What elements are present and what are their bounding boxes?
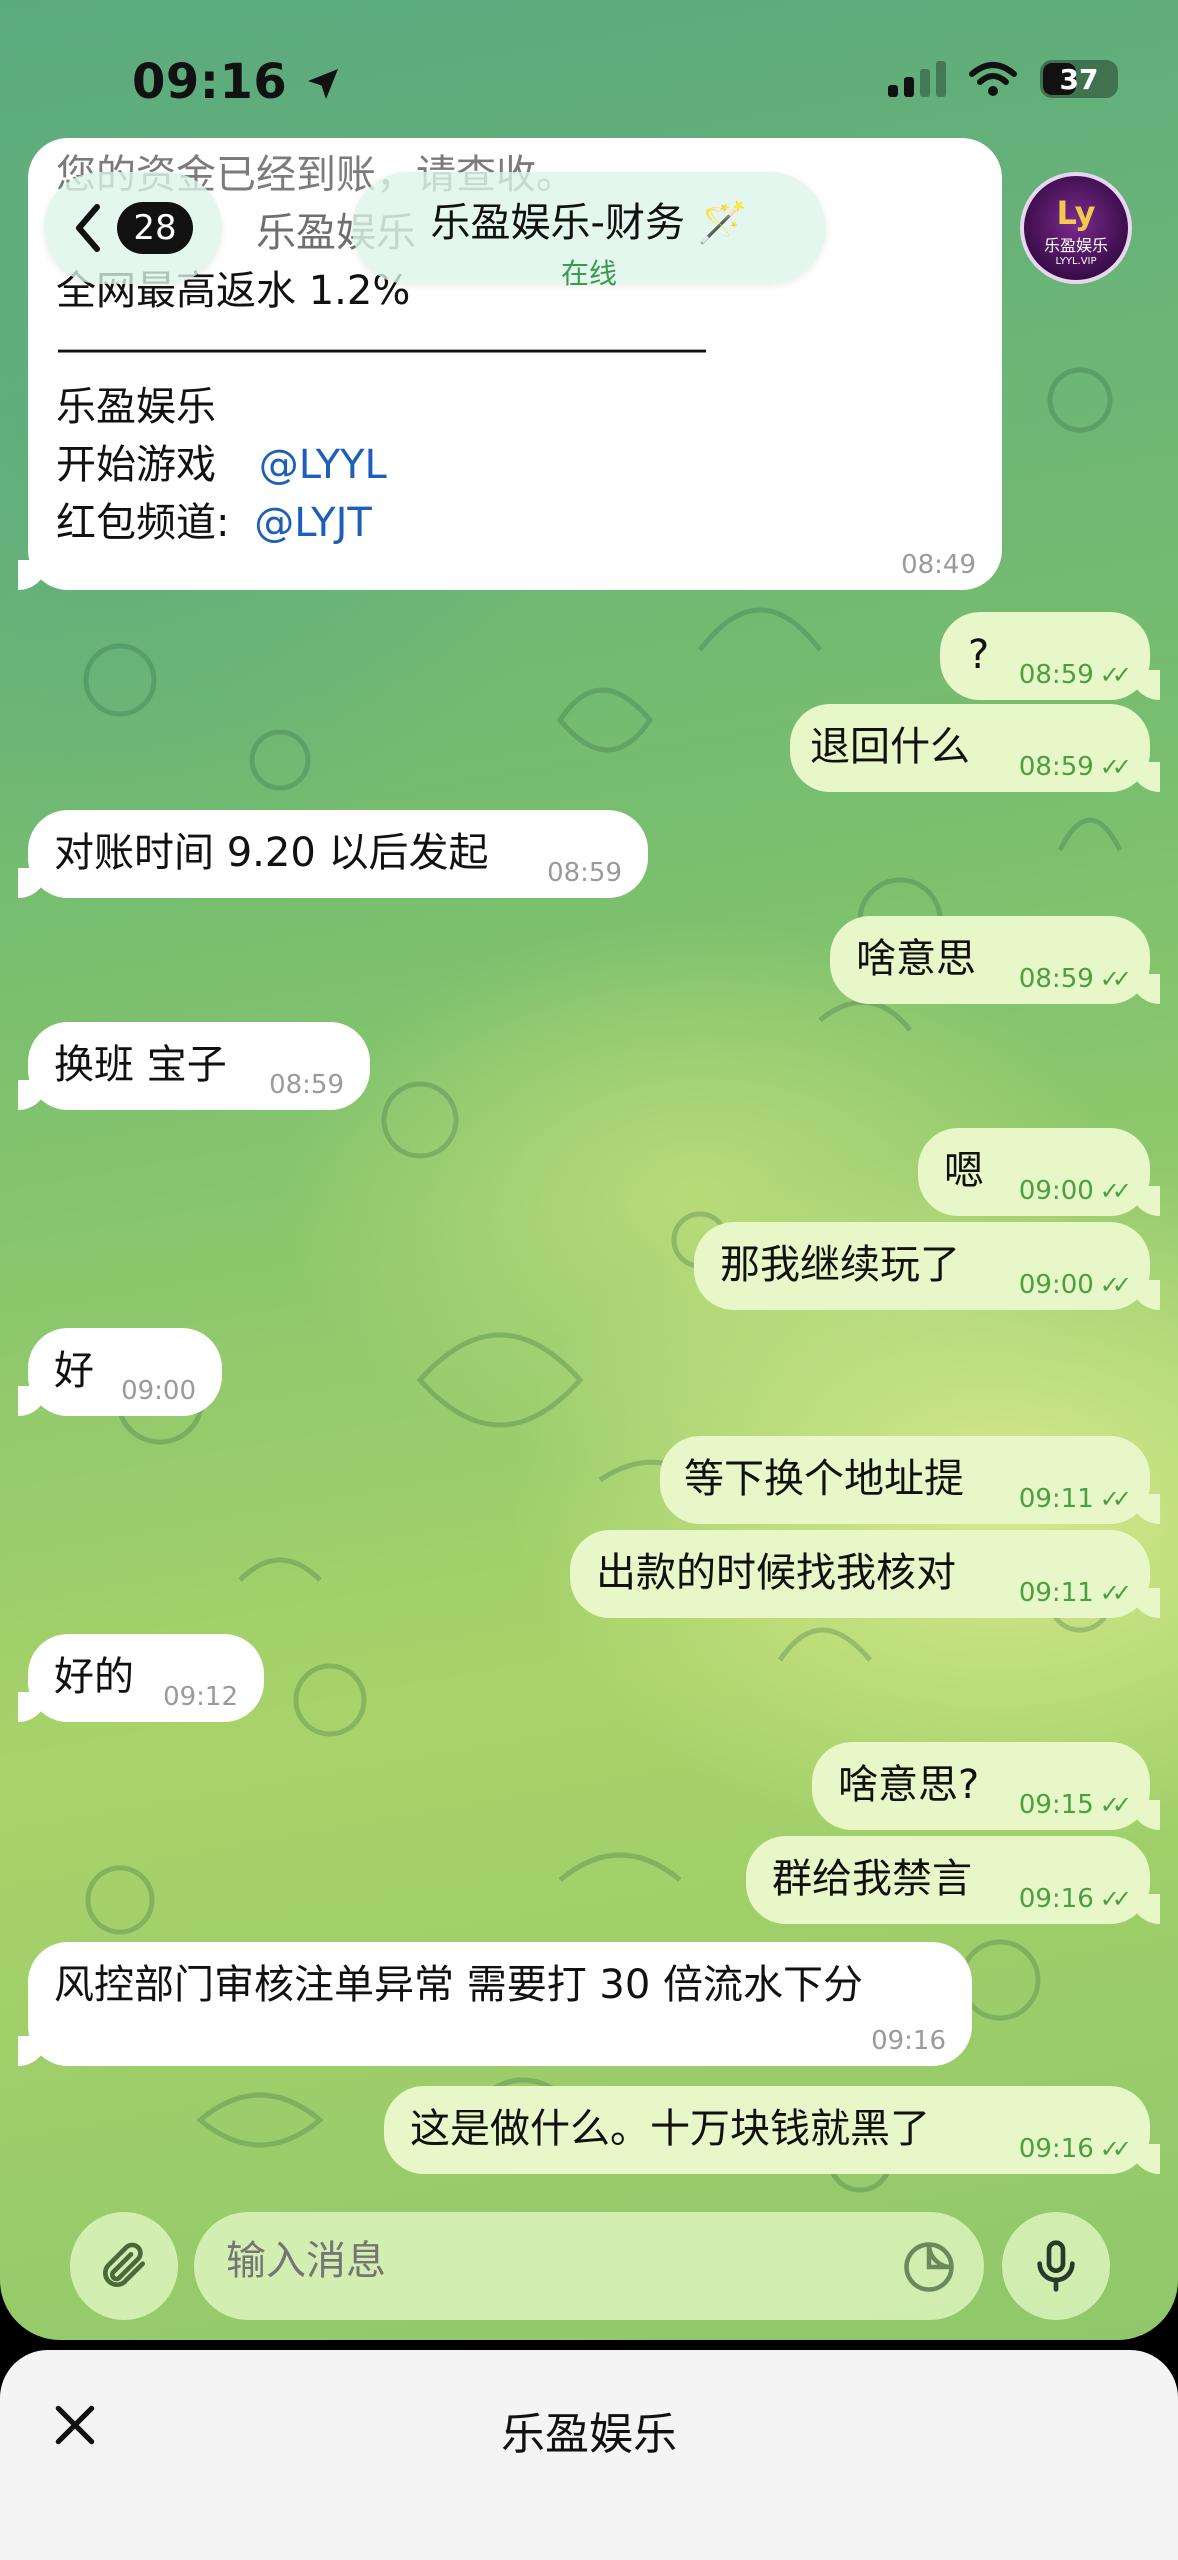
message-time: 08:59 [547,858,622,888]
message-text: 这是做什么。十万块钱就黑了 [410,2106,930,2152]
unread-count-badge: 28 [117,202,193,254]
incoming-message[interactable]: 风控部门审核注单异常 需要打 30 倍流水下分 09:16 [18,1942,972,2066]
message-text: 风控部门审核注单异常 需要打 30 倍流水下分 [54,1962,864,2008]
cellular-signal-icon [888,61,946,97]
sheet-title: 乐盈娱乐 [501,2409,677,2460]
message-time: 09:00 ✓✓ [1018,1270,1132,1300]
message-time: 09:00 ✓✓ [1018,1176,1132,1206]
message-text: 出款的时候找我核对 [596,1550,956,1596]
outgoing-message[interactable]: 等下换个地址提 09:11 ✓✓ [660,1436,1160,1524]
incoming-message[interactable]: 好的 09:12 [18,1634,264,1722]
avatar-tag: LYYL.VIP [1055,256,1097,267]
message-time: 09:16 [871,2026,946,2056]
start-game-link[interactable]: @LYYL [259,442,387,488]
message-time: 08:59 ✓✓ [1018,964,1132,994]
promo-red-packet-label: 红包频道: [56,500,230,546]
message-time: 09:11 ✓✓ [1018,1484,1132,1514]
microphone-icon [1037,2240,1075,2292]
outgoing-message[interactable]: 退回什么 08:59 ✓✓ [790,704,1160,792]
incoming-message[interactable]: 好 09:00 [18,1328,222,1416]
message-text: ? [968,632,990,678]
message-time: 09:16 ✓✓ [1018,2134,1132,2164]
message-time: 09:00 [121,1376,196,1406]
outgoing-message[interactable]: 那我继续玩了 09:00 ✓✓ [694,1222,1160,1310]
status-time-text: 09:16 [132,54,288,110]
message-input[interactable] [226,2238,866,2284]
sticker-icon[interactable] [902,2240,956,2294]
microphone-button[interactable] [1002,2212,1110,2320]
paperclip-icon [103,2242,146,2287]
message-time: 08:59 ✓✓ [1018,752,1132,782]
message-time: 09:16 ✓✓ [1018,1884,1132,1914]
promo-start-game: 开始游戏 @LYYL [56,436,974,494]
attach-button[interactable] [70,2212,178,2320]
message-text: 好的 [54,1654,134,1700]
title-emoji: 🪄 [697,200,748,246]
status-icons: 37 [888,60,1118,98]
chat-background: 09:16 37 您的资金已经到账，请查收。 乐盈娱乐 全网最高返水 1.2% … [0,0,1178,2340]
message-time: 09:11 ✓✓ [1018,1578,1132,1608]
avatar-logo: Ly [1056,194,1096,232]
message-input-container [194,2212,984,2320]
outgoing-message[interactable]: 嗯 09:00 ✓✓ [918,1128,1160,1216]
promo-start-game-label: 开始游戏 [56,442,216,488]
back-button[interactable]: 28 [44,172,222,284]
chat-title[interactable]: 乐盈娱乐-财务 🪄 在线 [352,172,826,290]
outgoing-message[interactable]: ? 08:59 ✓✓ [940,612,1160,700]
online-status: 在线 [560,257,617,290]
message-text: 啥意思? [838,1762,980,1808]
chat-name: 乐盈娱乐-财务 [430,200,685,246]
message-text: 退回什么 [810,724,970,770]
battery-level: 37 [1059,63,1099,96]
message-text: 等下换个地址提 [684,1456,964,1502]
battery-icon: 37 [1040,60,1118,98]
status-time: 09:16 [132,54,341,110]
outgoing-message[interactable]: 群给我禁言 09:16 ✓✓ [746,1836,1160,1924]
message-text: 那我继续玩了 [720,1242,960,1288]
incoming-message[interactable]: 对账时间 9.20 以后发起 08:59 [18,810,648,898]
message-text: 换班 宝子 [54,1042,227,1088]
message-time: 08:59 ✓✓ [1018,660,1132,690]
outgoing-message[interactable]: 啥意思? 09:15 ✓✓ [812,1742,1160,1830]
location-arrow-icon [307,69,338,99]
outgoing-message[interactable]: 啥意思 08:59 ✓✓ [830,916,1160,1004]
incoming-message[interactable]: 换班 宝子 08:59 [18,1022,370,1110]
promo-brand: 乐盈娱乐 [56,384,216,430]
message-time: 08:59 [269,1070,344,1100]
chevron-left-icon [76,204,101,252]
promo-red-packet: 红包频道: @LYJT [56,494,974,552]
message-time: 08:49 [901,550,976,580]
bottom-sheet: 乐盈娱乐 [0,2350,1178,2560]
message-time: 09:12 [163,1682,238,1712]
wifi-icon [969,62,1017,96]
message-text: 好 [54,1348,94,1394]
red-packet-channel-link[interactable]: @LYJT [254,500,372,546]
message-time: 09:15 ✓✓ [1018,1790,1132,1820]
avatar-name: 乐盈娱乐 [1043,236,1108,255]
chat-avatar[interactable]: Ly 乐盈娱乐 LYYL.VIP [1020,172,1132,284]
promo-divider: —————————————————— [56,326,708,372]
message-text: 啥意思 [856,936,976,982]
outgoing-message[interactable]: 出款的时候找我核对 09:11 ✓✓ [570,1530,1160,1618]
chat-title-text: 乐盈娱乐-财务 🪄 [352,190,826,248]
message-text: 对账时间 9.20 以后发起 [54,830,489,876]
screen: 09:16 37 您的资金已经到账，请查收。 乐盈娱乐 全网最高返水 1.2% … [0,0,1178,2560]
outgoing-message[interactable]: 这是做什么。十万块钱就黑了 09:16 ✓✓ [384,2086,1160,2174]
message-text: 群给我禁言 [772,1856,972,1902]
message-text: 嗯 [944,1148,984,1194]
